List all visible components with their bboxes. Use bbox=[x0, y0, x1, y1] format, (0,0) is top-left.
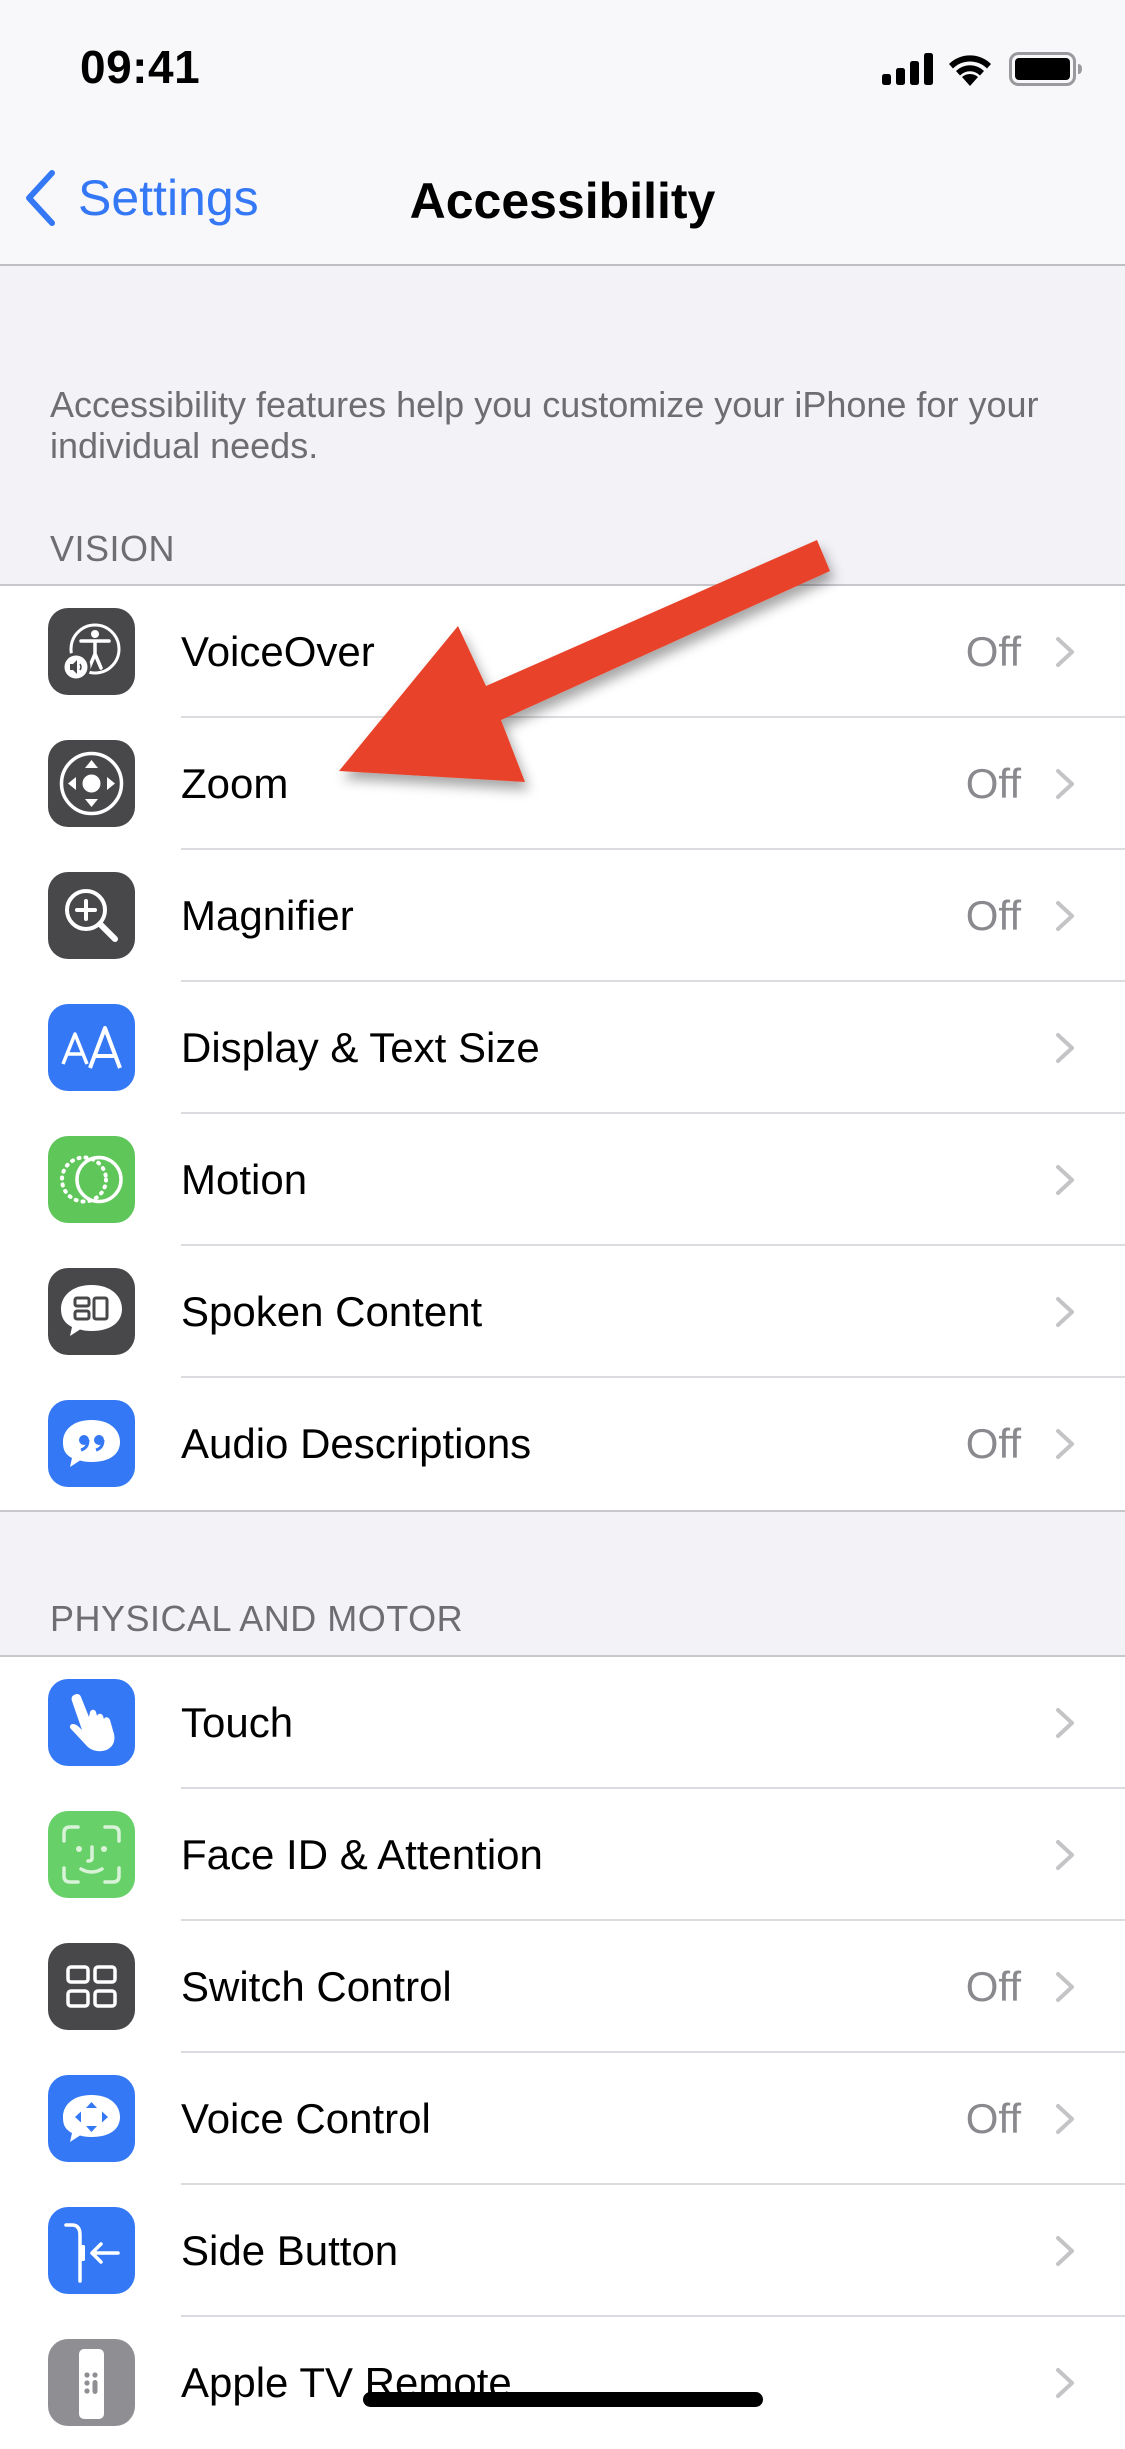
list-item-face-id-attention[interactable]: Face ID & Attention bbox=[0, 1789, 1125, 1921]
item-value: Off bbox=[965, 628, 1021, 675]
text-size-icon bbox=[48, 1004, 135, 1091]
chevron-right-icon bbox=[1056, 1033, 1074, 1063]
chevron-right-icon bbox=[1056, 1840, 1074, 1870]
item-label: Display & Text Size bbox=[181, 1024, 540, 1071]
list-item-display-text-size[interactable]: Display & Text Size bbox=[0, 982, 1125, 1114]
item-label: Side Button bbox=[181, 2227, 399, 2274]
voiceover-icon bbox=[48, 608, 135, 695]
list-item-audio-descriptions[interactable]: Audio Descriptions Off bbox=[0, 1378, 1125, 1510]
list-item-motion[interactable]: Motion bbox=[0, 1114, 1125, 1246]
spoken-content-icon bbox=[48, 1268, 135, 1355]
item-label: Voice Control bbox=[181, 2095, 431, 2142]
item-label: Touch bbox=[181, 1699, 294, 1746]
list-item-zoom[interactable]: Zoom Off bbox=[0, 718, 1125, 850]
item-label: VoiceOver bbox=[181, 628, 375, 675]
item-label: Apple TV Remote bbox=[181, 2359, 512, 2406]
apple-tv-remote-icon bbox=[48, 2339, 135, 2426]
list-item-apple-tv-remote[interactable]: Apple TV Remote bbox=[0, 2317, 1125, 2449]
list-item-switch-control[interactable]: Switch Control Off bbox=[0, 1921, 1125, 2053]
face-id-icon bbox=[48, 1811, 135, 1898]
status-bar: 09:41 bbox=[0, 0, 1125, 130]
list-item-spoken-content[interactable]: Spoken Content bbox=[0, 1246, 1125, 1378]
page-title: Accessibility bbox=[409, 173, 716, 229]
chevron-right-icon bbox=[1056, 2368, 1074, 2398]
wifi-icon bbox=[949, 55, 991, 86]
zoom-icon bbox=[48, 740, 135, 827]
navigation-bar: Settings Accessibility bbox=[0, 130, 1125, 266]
section-header-physical-motor: PHYSICAL AND MOTOR bbox=[50, 1598, 464, 1639]
section-description: Accessibility features help you customiz… bbox=[50, 384, 1039, 466]
voice-control-icon bbox=[48, 2075, 135, 2162]
chevron-right-icon bbox=[1056, 1972, 1074, 2002]
audio-descriptions-icon bbox=[48, 1400, 135, 1487]
item-label: Face ID & Attention bbox=[181, 1831, 543, 1878]
settings-group-vision: VoiceOver Off Zoom Off Magnifier Off Dis… bbox=[0, 584, 1125, 1512]
list-item-magnifier[interactable]: Magnifier Off bbox=[0, 850, 1125, 982]
chevron-right-icon bbox=[1056, 769, 1074, 799]
settings-group-physical-motor: Touch Face ID & Attention Switch Control… bbox=[0, 1655, 1125, 2449]
chevron-right-icon bbox=[1056, 901, 1074, 931]
item-value: Off bbox=[965, 2095, 1021, 2142]
touch-hand-icon bbox=[48, 1679, 135, 1766]
chevron-right-icon bbox=[1056, 2236, 1074, 2266]
cellular-signal-icon bbox=[882, 53, 933, 85]
item-label: Spoken Content bbox=[181, 1288, 483, 1335]
item-value: Off bbox=[965, 1963, 1021, 2010]
motion-icon bbox=[48, 1136, 135, 1223]
item-value: Off bbox=[965, 760, 1021, 807]
item-label: Zoom bbox=[181, 760, 289, 807]
item-label: Audio Descriptions bbox=[181, 1420, 532, 1467]
list-item-side-button[interactable]: Side Button bbox=[0, 2185, 1125, 2317]
list-item-touch[interactable]: Touch bbox=[0, 1657, 1125, 1789]
status-time: 09:41 bbox=[80, 41, 201, 93]
item-label: Switch Control bbox=[181, 1963, 452, 2010]
home-indicator[interactable] bbox=[363, 2392, 763, 2407]
chevron-right-icon bbox=[1056, 2104, 1074, 2134]
chevron-right-icon bbox=[1056, 1165, 1074, 1195]
chevron-right-icon bbox=[1056, 1297, 1074, 1327]
item-label: Motion bbox=[181, 1156, 308, 1203]
list-item-voice-control[interactable]: Voice Control Off bbox=[0, 2053, 1125, 2185]
item-label: Magnifier bbox=[181, 892, 354, 939]
battery-icon bbox=[1009, 52, 1082, 86]
chevron-right-icon bbox=[1056, 1708, 1074, 1738]
switch-control-icon bbox=[48, 1943, 135, 2030]
chevron-right-icon bbox=[1056, 1429, 1074, 1459]
item-value: Off bbox=[965, 1420, 1021, 1467]
chevron-right-icon bbox=[1056, 637, 1074, 667]
section-header-vision: VISION bbox=[50, 528, 176, 569]
item-value: Off bbox=[965, 892, 1021, 939]
side-button-icon bbox=[48, 2207, 135, 2294]
magnifier-icon bbox=[48, 872, 135, 959]
list-item-voiceover[interactable]: VoiceOver Off bbox=[0, 586, 1125, 718]
